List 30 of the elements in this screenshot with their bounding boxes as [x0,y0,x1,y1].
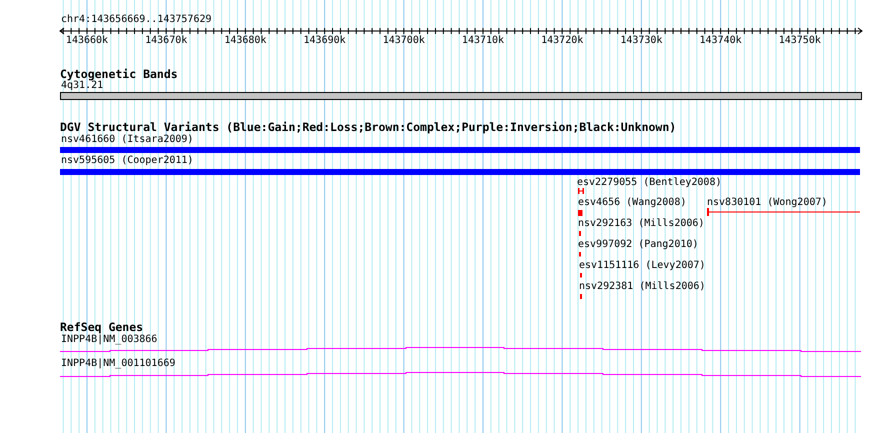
track-title: DGV Structural Variants (Blue:Gain;Red:Loss;Brown:Complex;Purple:Inversion;Black:Unknown) [60,121,676,134]
variant-label[interactable]: esv1151116 (Levy2007) [579,260,706,272]
variant-bar[interactable] [707,208,860,216]
variant-label[interactable]: nsv830101 (Wong2007) [707,197,828,209]
ruler-label: 143740k [700,35,742,47]
gene-label[interactable]: INPP4B|NM_003866 [61,334,158,346]
ruler-label: 143680k [224,35,266,47]
ruler-label: 143690k [304,35,346,47]
variant-label[interactable]: nsv292163 (Mills2006) [578,218,704,230]
track-title: Cytogenetic Bands [60,68,178,81]
gene-label[interactable]: INPP4B|NM_001101669 [61,358,176,370]
band-label: 4q31.21 [61,80,104,92]
ruler-label: 143660k [66,35,108,47]
gene-line[interactable] [60,372,862,377]
variant-label[interactable]: nsv595605 (Cooper2011) [61,155,194,167]
ruler-label: 143720k [541,35,584,47]
variant-label[interactable]: esv997092 (Pang2010) [578,239,698,251]
track-title: RefSeq Genes [60,321,144,334]
variant-label[interactable]: esv4656 (Wang2008) [578,197,686,209]
ruler-label: 143730k [620,35,662,47]
ruler-label: 143700k [382,35,425,47]
ruler-label: 143750k [778,35,821,47]
ruler-label: 143710k [462,35,504,47]
position-label: chr4:143656669..143757629 [61,14,212,26]
variant-bar[interactable] [578,188,584,194]
variant-label[interactable]: esv2279055 (Bentley2008) [577,177,722,189]
gene-line[interactable] [60,347,862,352]
ruler-label: 143670k [145,35,188,47]
variant-label[interactable]: nsv461660 (Itsara2009) [61,134,194,146]
variant-label[interactable]: nsv292381 (Mills2006) [579,281,706,293]
